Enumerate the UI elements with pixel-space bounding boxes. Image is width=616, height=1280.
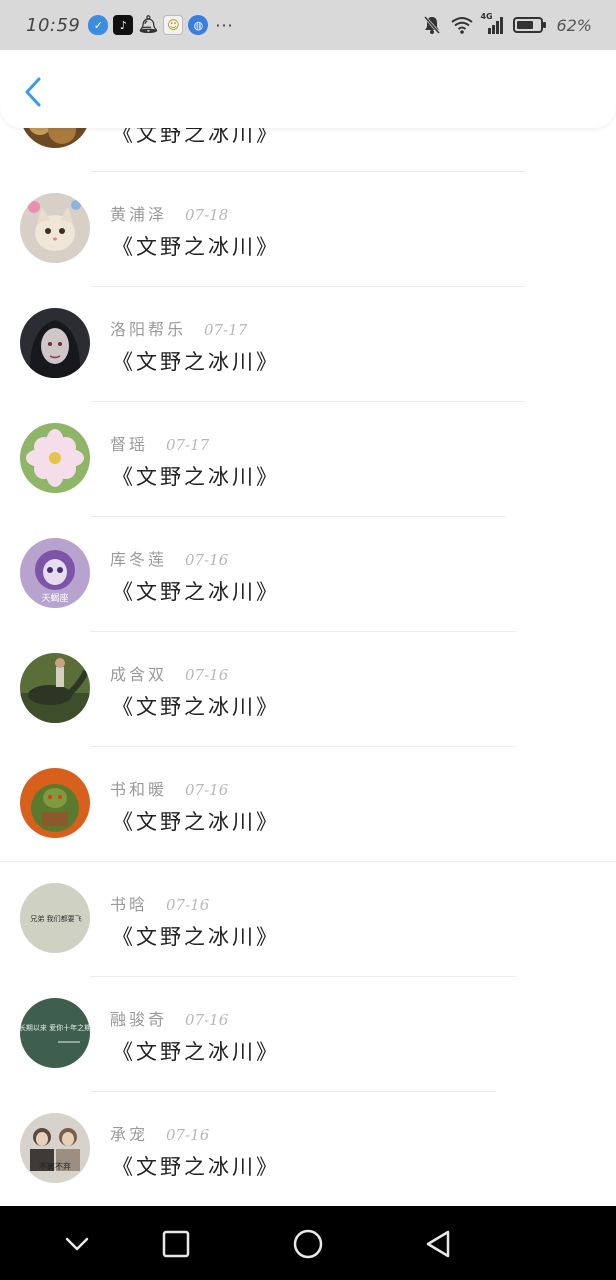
date: 07-16 [185, 666, 229, 684]
bell-muted-icon [424, 16, 441, 34]
user-name: 库冬莲 [110, 550, 168, 569]
nav-home-button[interactable] [288, 1224, 328, 1264]
list-item[interactable]: 长期以来 爱你十年之期 融骏奇 07-16 《文野之冰川》 [0, 980, 616, 1095]
avatar: 兄弟 我们都要飞 [20, 883, 90, 953]
more-notifications: ··· [215, 15, 234, 35]
divider [90, 746, 516, 747]
tiktok-icon: ♪ [113, 15, 134, 35]
divider [90, 1091, 496, 1092]
divider [90, 171, 526, 172]
list-item[interactable]: 督瑶 07-17 《文野之冰川》 [0, 405, 616, 520]
divider [90, 286, 526, 287]
user-name: 洛阳帮乐 [110, 320, 187, 339]
square-icon [162, 1230, 190, 1258]
item-meta: 黄浦泽 07-18 [110, 201, 228, 225]
date: 07-16 [185, 551, 229, 569]
user-name: 承宠 [110, 1125, 149, 1144]
signal-icon: 4G [480, 12, 504, 35]
item-meta: 库冬莲 07-16 [110, 546, 228, 570]
list-item[interactable]: 黄浦泽 07-18 《文野之冰川》 [0, 175, 616, 290]
book-title: 《文野之冰川》 [112, 465, 280, 489]
date: 07-18 [185, 206, 229, 224]
avatar: 长期以来 爱你十年之期 [20, 998, 90, 1068]
nav-down-button[interactable] [57, 1224, 97, 1264]
divider [0, 861, 616, 862]
divider [90, 631, 516, 632]
user-name: 融骏奇 [110, 1010, 168, 1029]
item-meta: 洛阳帮乐 07-17 [110, 316, 247, 340]
book-title: 《文野之冰川》 [112, 925, 280, 949]
system-icons: 4G 62% [422, 12, 592, 35]
avatar: 不离不弃 [20, 1113, 90, 1183]
list-item[interactable]: 成含双 07-16 《文野之冰川》 [0, 635, 616, 750]
list-item[interactable]: 洛阳帮乐 07-17 《文野之冰川》 [0, 290, 616, 405]
avatar [20, 193, 90, 263]
item-meta: 督瑶 07-17 [110, 431, 209, 455]
divider [90, 516, 506, 517]
avatar-caption: 兄弟 我们都要飞 [30, 914, 81, 923]
item-meta: 书晗 07-16 [110, 891, 209, 915]
chevron-left-icon [25, 77, 41, 107]
divider [90, 401, 526, 402]
user-name: 书晗 [110, 895, 149, 914]
item-meta: 融骏奇 07-16 [110, 1006, 228, 1030]
avatar: 天蝎座 [20, 538, 90, 608]
book-title: 《文野之冰川》 [112, 235, 280, 259]
top-header [0, 50, 616, 128]
chevron-down-icon [65, 1237, 89, 1251]
avatar-caption: 天蝎座 [41, 592, 68, 604]
system-nav-bar [0, 1206, 616, 1280]
date: 07-16 [166, 896, 210, 914]
user-name: 督瑶 [110, 435, 149, 454]
date: 07-17 [204, 321, 248, 339]
notification-icons: ✓ ♪ 🔔︎ ☺ ◍ ··· [88, 15, 233, 35]
list-item[interactable]: 书和暖 07-16 《文野之冰川》 [0, 750, 616, 865]
battery-percent: 62% [556, 15, 592, 35]
globe-icon: ◍ [188, 15, 209, 35]
avatar-caption: 不离不弃 [39, 1161, 71, 1171]
nav-recents-button[interactable] [156, 1224, 196, 1264]
avatar [20, 768, 90, 838]
bell-icon: 🔔︎ [137, 15, 160, 35]
avatar [20, 423, 90, 493]
item-meta: 成含双 07-16 [110, 661, 228, 685]
item-meta: 承宠 07-16 [110, 1121, 209, 1145]
user-name: 成含双 [110, 665, 168, 684]
list-item[interactable]: 天蝎座 库冬莲 07-16 《文野之冰川》 [0, 520, 616, 635]
shield-icon: ✓ [88, 15, 109, 35]
book-title: 《文野之冰川》 [112, 580, 280, 604]
circle-icon [293, 1229, 323, 1259]
status-bar: 10:59 ✓ ♪ 🔔︎ ☺ ◍ ··· 4G 62% [0, 0, 616, 50]
divider [90, 976, 516, 977]
user-name: 书和暖 [110, 780, 168, 799]
status-time: 10:59 [26, 14, 81, 36]
book-title: 《文野之冰川》 [112, 1155, 280, 1179]
back-button[interactable] [18, 74, 48, 110]
date: 07-16 [185, 781, 229, 799]
date: 07-17 [166, 436, 210, 454]
list-item[interactable]: 兄弟 我们都要飞 书晗 07-16 《文野之冰川》 [0, 865, 616, 980]
item-meta: 书和暖 07-16 [110, 776, 228, 800]
face-icon: ☺ [163, 15, 184, 35]
avatar-caption: 长期以来 爱你十年之期 [20, 1023, 90, 1032]
book-title: 《文野之冰川》 [112, 810, 280, 834]
book-title: 《文野之冰川》 [112, 695, 280, 719]
battery-icon [513, 17, 547, 33]
date: 07-16 [185, 1011, 229, 1029]
wifi-icon [451, 17, 474, 34]
book-title: 《文野之冰川》 [112, 1040, 280, 1064]
nav-back-button[interactable] [418, 1224, 458, 1264]
triangle-back-icon [426, 1230, 450, 1258]
book-title: 《文野之冰川》 [112, 350, 280, 374]
avatar [20, 308, 90, 378]
avatar [20, 653, 90, 723]
user-name: 黄浦泽 [110, 205, 168, 224]
list-item[interactable]: 不离不弃 承宠 07-16 《文野之冰川》 [0, 1095, 616, 1210]
screen: 《文野之冰川》 黄浦泽 07-18 《文野之冰川》 洛阳帮乐 07-17 《文野… [0, 0, 616, 1280]
date: 07-16 [166, 1126, 210, 1144]
